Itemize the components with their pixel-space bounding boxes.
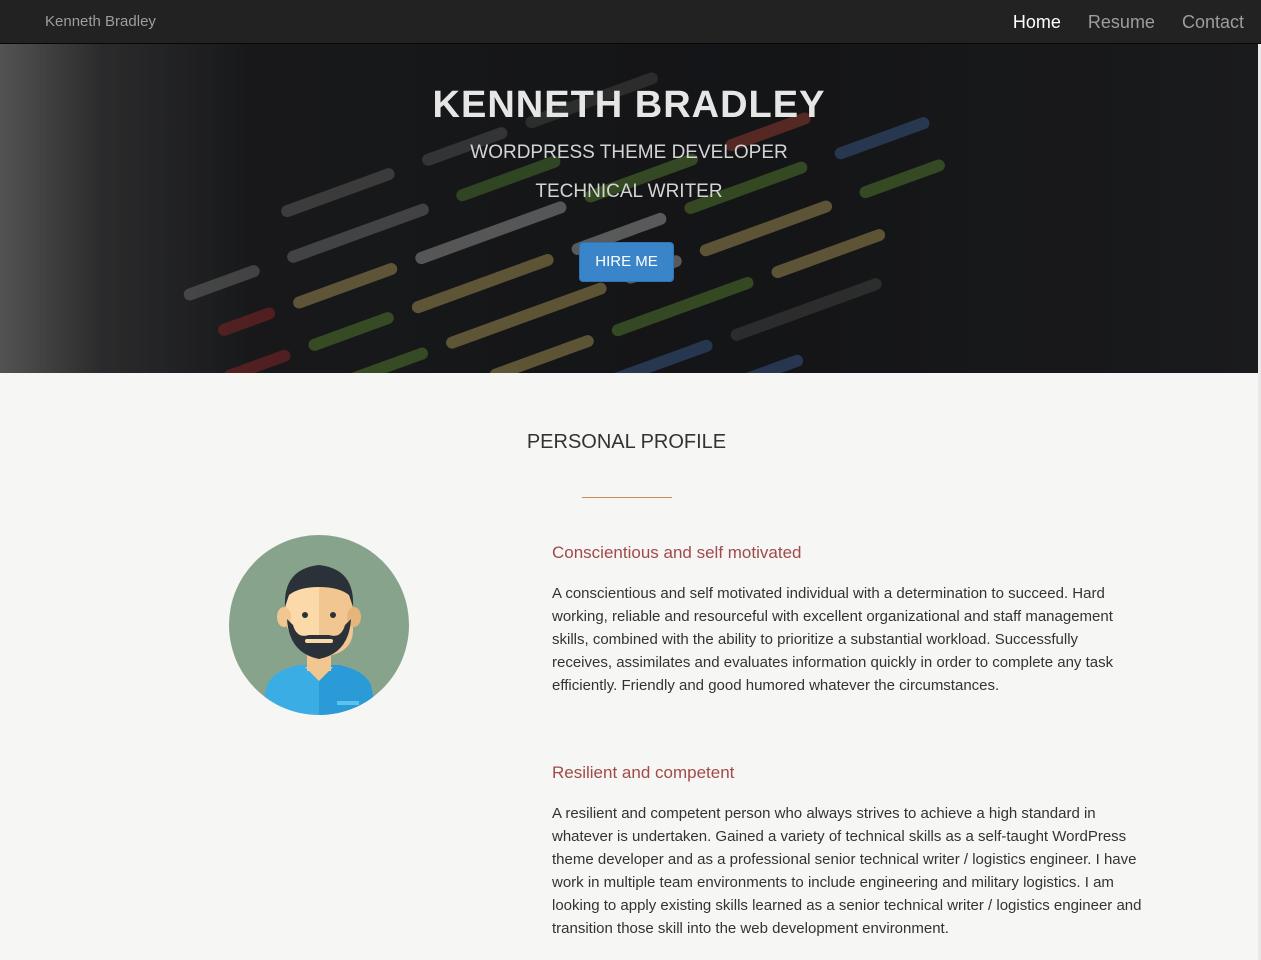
hero-title: KENNETH BRADLEY (432, 84, 826, 126)
section-title: PERSONAL PROFILE (526, 431, 727, 453)
top-navbar: Kenneth Bradley Home Resume Contact (0, 0, 1261, 44)
nav-link-home[interactable]: Home (1013, 0, 1061, 44)
bearded-man-avatar-icon (229, 535, 409, 715)
nav-links: Home Resume Contact (1013, 0, 1244, 44)
profile-heading-1: Conscientious and self motivated (552, 543, 802, 562)
hero-subtitle-writer: TECHNICAL WRITER (535, 181, 723, 202)
brand-link[interactable]: Kenneth Bradley (45, 0, 156, 44)
nav-link-contact[interactable]: Contact (1182, 0, 1244, 44)
nav-link-resume[interactable]: Resume (1088, 0, 1155, 44)
profile-heading-2: Resilient and competent (552, 763, 735, 782)
profile-text-2: A resilient and competent person who alw… (552, 805, 1142, 937)
section-divider (582, 497, 672, 498)
hero-banner: KENNETH BRADLEY WORDPRESS THEME DEVELOPE… (0, 44, 1258, 373)
hire-me-button[interactable]: HIRE ME (579, 242, 674, 282)
profile-text-1: A conscientious and self motivated indiv… (552, 585, 1114, 694)
hero-subtitle-role: WORDPRESS THEME DEVELOPER (470, 142, 788, 163)
